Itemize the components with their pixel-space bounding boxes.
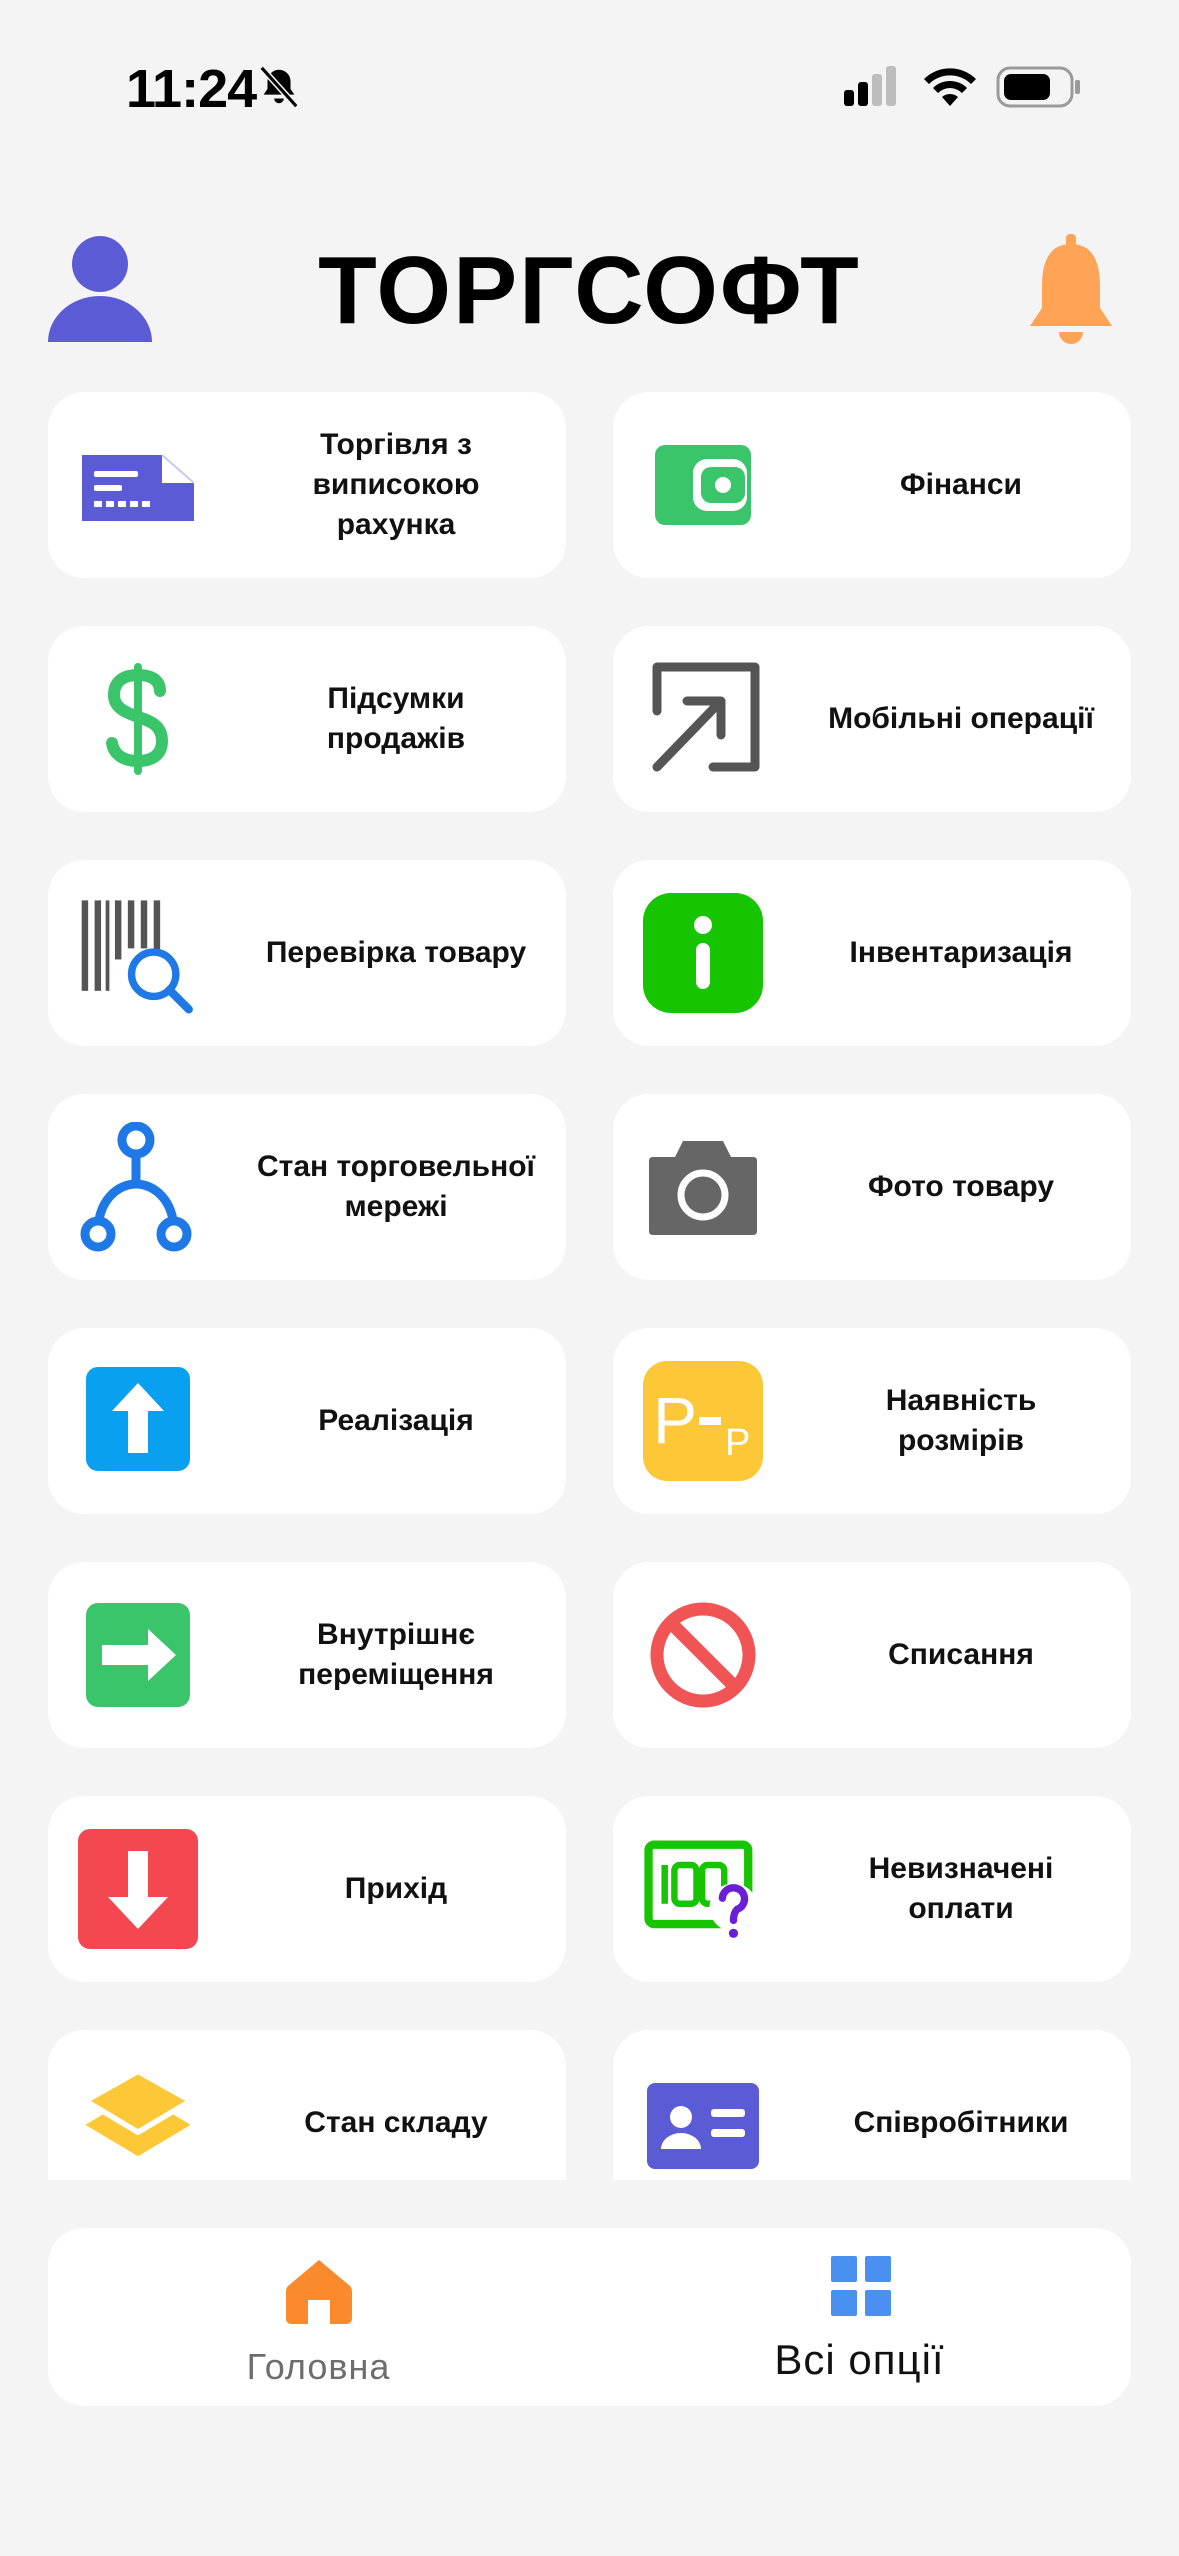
menu-card-network-status[interactable]: Стан торговельної мережі: [48, 1094, 566, 1280]
network-icon: [78, 1122, 198, 1252]
menu-card-incoming[interactable]: Прихід: [48, 1796, 566, 1982]
menu-card-warehouse-status[interactable]: Стан складу: [48, 2030, 566, 2180]
receipt-icon: [78, 425, 198, 545]
info-icon: [643, 893, 763, 1013]
bottom-navigation: Головна Всі опції: [48, 2228, 1131, 2406]
menu-card-label: Стан торговельної мережі: [257, 1150, 535, 1223]
status-time: 11:24: [126, 59, 257, 119]
id-card-icon: [643, 2063, 763, 2180]
home-icon: [286, 2258, 352, 2329]
prohibited-icon: [643, 1595, 763, 1715]
arrow-down-icon: [78, 1829, 198, 1949]
menu-card-label: Наявність розмірів: [885, 1384, 1037, 1457]
menu-card-write-off[interactable]: Списання: [613, 1562, 1131, 1748]
svg-text:P: P: [725, 1422, 750, 1464]
menu-card-size-availability[interactable]: P P Наявність розмірів: [613, 1328, 1131, 1514]
menu-card-label: Списання: [888, 1638, 1034, 1671]
menu-card-label: Співробітники: [853, 2106, 1069, 2139]
dollar-icon: [78, 659, 198, 779]
nav-all-options-label: Всі опції: [774, 2336, 945, 2383]
menu-card-product-photo[interactable]: Фото товару: [613, 1094, 1131, 1280]
nav-all-options[interactable]: Всі опції: [589, 2228, 1130, 2406]
svg-text:P: P: [653, 1383, 697, 1457]
arrow-up-icon: [78, 1361, 198, 1481]
menu-card-inventory[interactable]: Інвентаризація: [613, 860, 1131, 1046]
menu-card-sales-summary[interactable]: Підсумки продажів: [48, 626, 566, 812]
menu-card-employees[interactable]: Співробітники: [613, 2030, 1131, 2180]
arrow-box-icon: [643, 659, 763, 779]
wallet-icon: [643, 425, 763, 545]
camera-icon: [643, 1127, 763, 1247]
menu-card-sales[interactable]: Реалізація: [48, 1328, 566, 1514]
menu-card-label: Реалізація: [318, 1404, 474, 1437]
barcode-search-icon: [78, 893, 198, 1014]
app-header: ТОРГСОФТ: [0, 220, 1179, 360]
notification-bell-icon[interactable]: [1026, 234, 1116, 351]
menu-grid: Торгівля з виписокою рахунка Фінанси Під…: [0, 392, 1179, 2180]
menu-card-label: Прихід: [344, 1872, 448, 1905]
menu-card-mobile-operations[interactable]: Мобільні операції: [613, 626, 1131, 812]
layers-icon: [78, 2063, 198, 2180]
menu-card-label: Стан складу: [304, 2106, 488, 2139]
arrow-right-icon: [78, 1595, 198, 1715]
menu-card-label: Фото товару: [867, 1170, 1055, 1203]
menu-card-unidentified-payments[interactable]: Невизначені оплати: [613, 1796, 1131, 1982]
menu-card-finances[interactable]: Фінанси: [613, 392, 1131, 578]
menu-card-trade-invoice[interactable]: Торгівля з виписокою рахунка: [48, 392, 566, 578]
menu-card-label: Інвентаризація: [849, 936, 1073, 969]
sizes-icon: P P: [643, 1361, 763, 1481]
menu-card-label: Внутрішнє переміщення: [298, 1618, 494, 1691]
menu-card-label: Невизначені оплати: [868, 1852, 1054, 1925]
silent-mode-icon: [256, 64, 302, 115]
nav-home[interactable]: Головна: [48, 2228, 589, 2406]
status-bar: 11:24: [0, 0, 1179, 150]
menu-card-label: Фінанси: [900, 468, 1022, 501]
menu-card-internal-transfer[interactable]: Внутрішнє переміщення: [48, 1562, 566, 1748]
cellular-signal-icon: [842, 66, 902, 113]
battery-icon: [996, 66, 1082, 113]
app-title: ТОРГСОФТ: [318, 237, 861, 344]
menu-card-label: Перевірка товару: [265, 936, 527, 969]
grid-icon: [831, 2256, 891, 2321]
unknown-payment-icon: [643, 1829, 763, 1949]
nav-home-label: Головна: [246, 2346, 391, 2387]
menu-card-label: Мобільні операції: [828, 702, 1094, 735]
wifi-icon: [922, 66, 978, 113]
menu-card-label: Торгівля з виписокою рахунка: [312, 428, 480, 541]
menu-card-label: Підсумки продажів: [326, 682, 466, 755]
menu-card-product-check[interactable]: Перевірка товару: [48, 860, 566, 1046]
